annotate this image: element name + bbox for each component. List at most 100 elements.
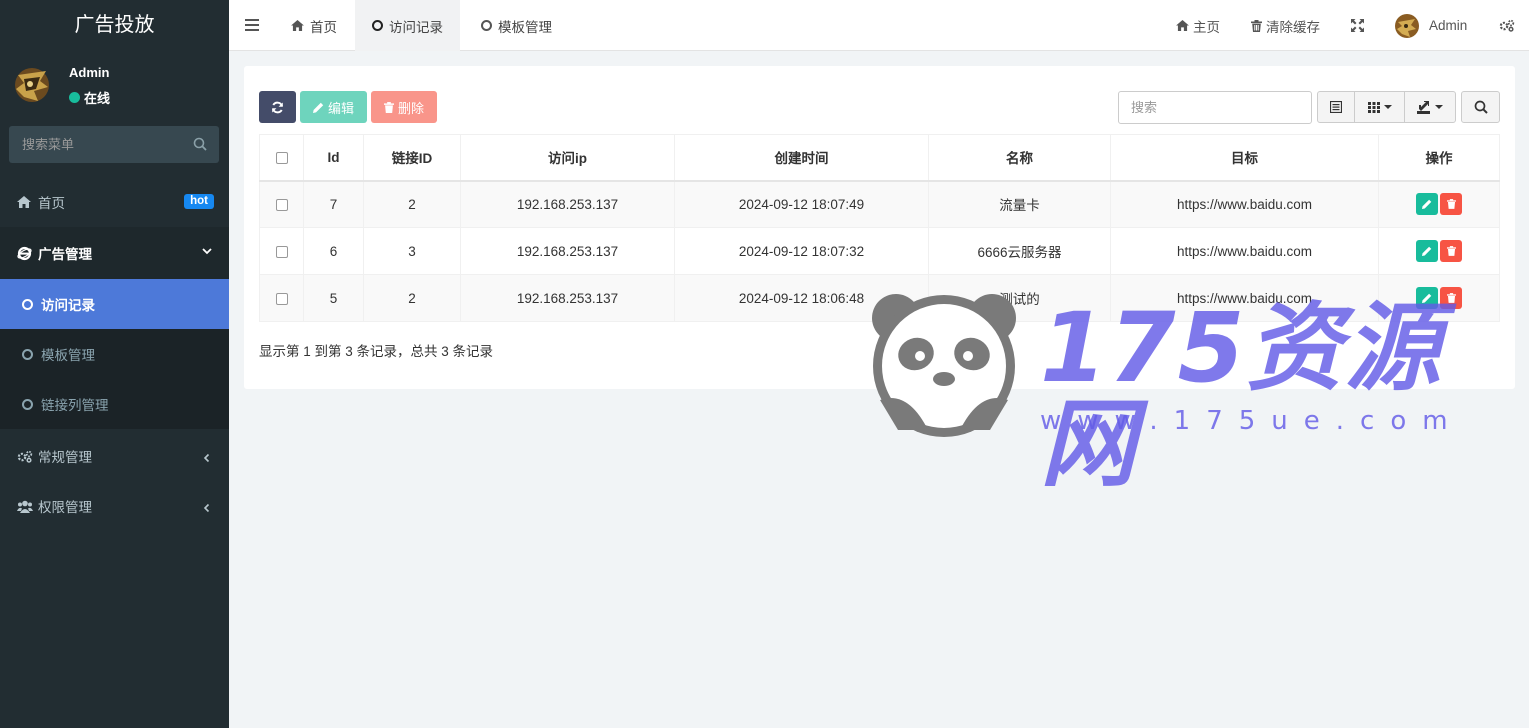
sidebar-item-label: 链接列管理	[41, 398, 109, 413]
fullscreen-button[interactable]	[1351, 0, 1364, 51]
watermark-url: www.175ue.com	[1040, 406, 1464, 436]
watermark: 175资源网 www.175ue.com	[868, 290, 1498, 492]
sidebar-item-template-management[interactable]: 模板管理	[0, 329, 229, 379]
sidebar-item-home[interactable]: 首页 hot	[0, 177, 229, 227]
circle-icon	[372, 20, 383, 31]
row-delete-button[interactable]	[1440, 193, 1462, 216]
top-navbar: 首页 访问记录 模板管理 主页 清除缓存 Admin	[229, 0, 1529, 51]
select-all-checkbox[interactable]	[275, 152, 288, 165]
circle-icon	[22, 348, 33, 360]
pencil-icon	[1422, 199, 1432, 210]
cell-id: 5	[303, 274, 364, 322]
search-button[interactable]	[1461, 91, 1500, 123]
cell-target: https://www.baidu.com	[1110, 180, 1379, 228]
search-icon	[1474, 100, 1488, 114]
grid-icon	[1367, 101, 1380, 113]
sidebar-search-input[interactable]	[9, 126, 179, 163]
edit-button[interactable]: 编辑	[300, 91, 367, 123]
tab-home[interactable]: 首页	[277, 0, 351, 51]
row-select-cell	[259, 274, 304, 322]
home-link[interactable]: 主页	[1176, 0, 1220, 51]
users-icon	[17, 500, 33, 513]
cell-name: 6666云服务器	[928, 227, 1111, 275]
cell-created-time: 2024-09-12 18:07:32	[674, 227, 929, 275]
sidebar: 广告投放 Admin 在线 首页 hot	[0, 0, 229, 728]
column-header[interactable]: 名称	[928, 134, 1111, 182]
list-view-icon	[1330, 101, 1342, 113]
sidebar-item-ad-management[interactable]: 广告管理	[0, 227, 229, 279]
home-icon	[291, 20, 304, 31]
delete-button-label: 删除	[397, 100, 424, 116]
gears-icon	[17, 450, 33, 463]
table-search	[1118, 91, 1312, 124]
cell-link-id: 3	[363, 227, 461, 275]
hamburger-menu-icon[interactable]	[245, 19, 259, 31]
refresh-button[interactable]	[259, 91, 296, 123]
column-header[interactable]: Id	[303, 134, 364, 182]
trash-icon	[1251, 19, 1262, 32]
columns-toggle-button[interactable]	[1355, 92, 1405, 122]
export-button[interactable]	[1405, 92, 1455, 122]
cell-actions	[1378, 227, 1500, 275]
row-edit-button[interactable]	[1416, 193, 1438, 216]
sidebar-item-permission-management[interactable]: 权限管理	[0, 481, 229, 531]
table-search-input[interactable]	[1119, 92, 1311, 123]
chevron-left-icon	[203, 453, 210, 463]
cell-target: https://www.baidu.com	[1110, 227, 1379, 275]
row-checkbox[interactable]	[275, 292, 288, 305]
cell-id: 6	[303, 227, 364, 275]
clear-cache-button[interactable]: 清除缓存	[1251, 0, 1320, 51]
cell-name: 流量卡	[928, 180, 1111, 228]
tab-template-management[interactable]: 模板管理	[467, 0, 566, 51]
row-edit-button[interactable]	[1416, 240, 1438, 262]
tab-label: 模板管理	[498, 19, 552, 35]
refresh-icon	[272, 101, 283, 113]
online-status-dot	[69, 92, 80, 103]
home-icon	[1176, 20, 1189, 31]
avatar	[1395, 13, 1419, 38]
column-header: 操作	[1378, 134, 1500, 182]
user-name: Admin	[69, 65, 110, 80]
chevron-down-icon	[202, 248, 212, 255]
export-icon	[1417, 100, 1430, 114]
sidebar-item-general-management[interactable]: 常规管理	[0, 431, 229, 481]
user-status: 在线	[69, 88, 110, 107]
row-checkbox[interactable]	[275, 245, 288, 258]
row-checkbox[interactable]	[275, 199, 288, 212]
search-icon[interactable]	[193, 137, 207, 151]
app-logo-title[interactable]: 广告投放	[0, 0, 229, 51]
row-select-cell	[259, 180, 304, 228]
sidebar-item-visit-records[interactable]: 访问记录	[0, 279, 229, 329]
tab-visit-records[interactable]: 访问记录	[355, 0, 460, 51]
settings-button[interactable]	[1499, 0, 1515, 51]
pencil-icon	[1422, 246, 1432, 256]
row-select-cell	[259, 227, 304, 275]
table-header-row: Id 链接ID 访问ip 创建时间 名称 目标 操作	[259, 134, 1500, 182]
select-all-cell	[259, 134, 304, 182]
user-menu[interactable]: Admin	[1394, 0, 1467, 51]
user-menu-label: Admin	[1429, 18, 1468, 33]
sidebar-item-label: 常规管理	[38, 450, 92, 465]
column-header[interactable]: 创建时间	[674, 134, 929, 182]
sidebar-item-label: 访问记录	[41, 298, 95, 313]
internet-explorer-icon	[17, 246, 33, 261]
tab-label: 访问记录	[389, 19, 443, 35]
clear-cache-label: 清除缓存	[1266, 19, 1320, 35]
ad-submenu: 访问记录 模板管理 链接列管理	[0, 279, 229, 429]
avatar	[10, 61, 54, 107]
circle-icon	[22, 398, 33, 410]
hot-badge: hot	[184, 194, 214, 209]
row-delete-button[interactable]	[1440, 240, 1462, 262]
sidebar-item-label: 模板管理	[41, 348, 95, 363]
toggle-view-button[interactable]	[1318, 92, 1355, 122]
cell-actions	[1378, 180, 1500, 228]
sidebar-item-label: 权限管理	[38, 500, 92, 515]
user-panel: Admin 在线	[0, 51, 229, 119]
column-header[interactable]: 访问ip	[460, 134, 675, 182]
cell-link-id: 2	[363, 180, 461, 228]
column-header[interactable]: 链接ID	[363, 134, 461, 182]
sidebar-item-link-list-management[interactable]: 链接列管理	[0, 379, 229, 429]
column-header[interactable]: 目标	[1110, 134, 1379, 182]
delete-button[interactable]: 删除	[371, 91, 437, 123]
chevron-left-icon	[203, 503, 210, 513]
